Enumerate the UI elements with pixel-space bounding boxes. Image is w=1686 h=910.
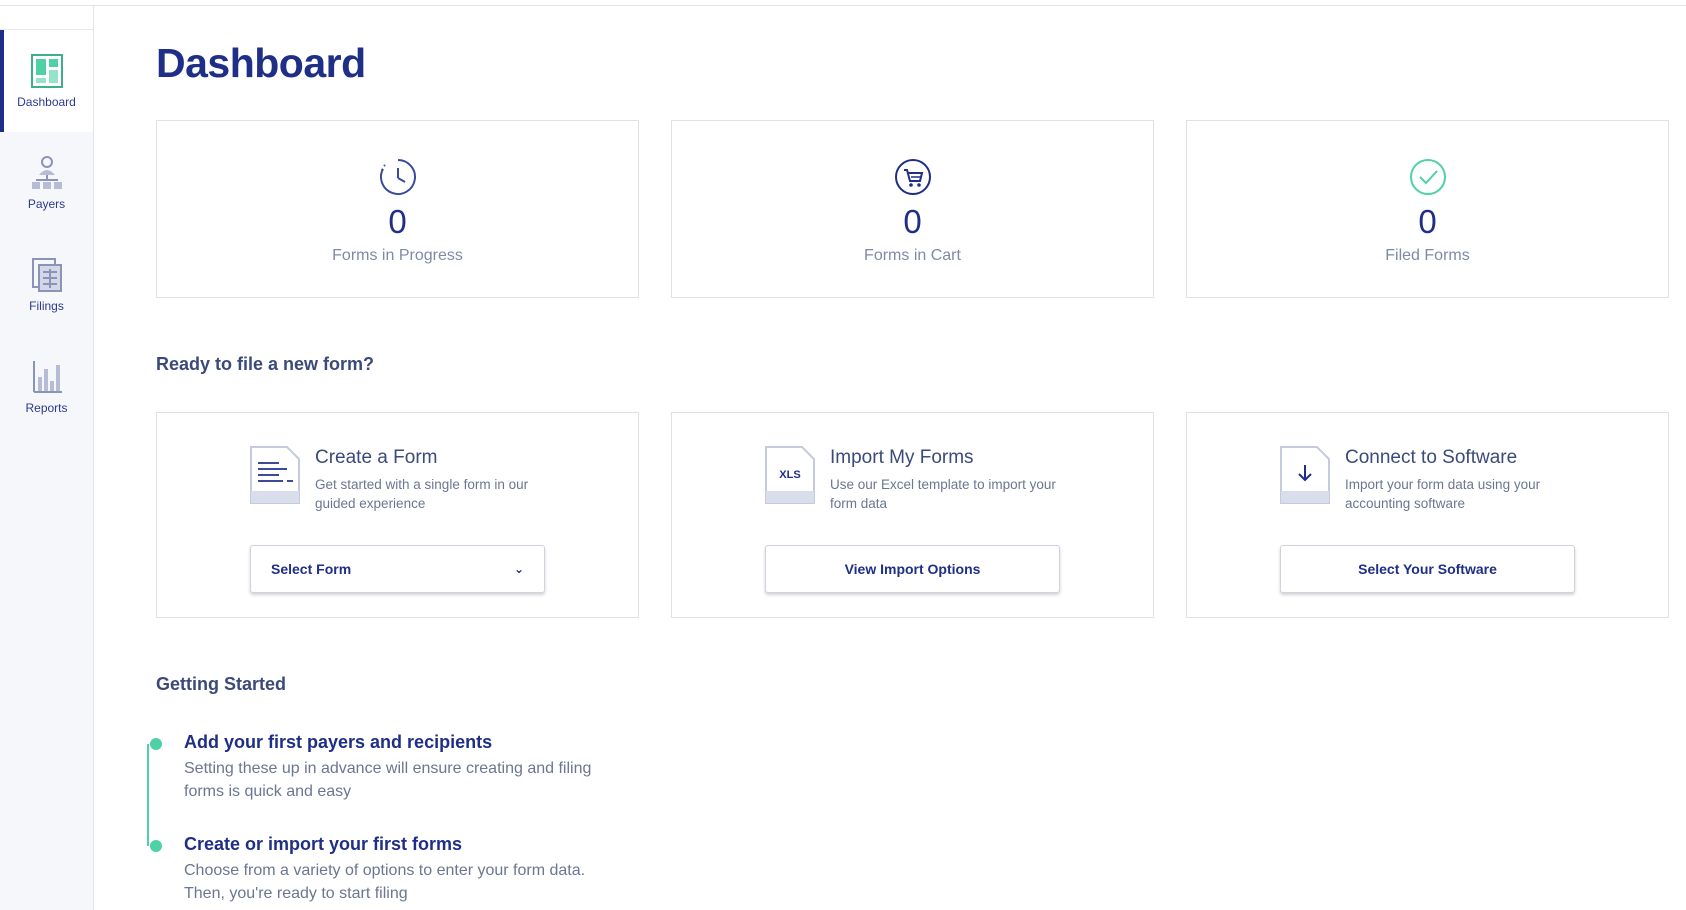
sidebar-item-label: Dashboard	[17, 95, 76, 109]
sidebar-item-reports[interactable]: Reports	[0, 336, 93, 438]
step-title: Add your first payers and recipients	[184, 732, 493, 752]
step-create-forms[interactable]: Create or import your first forms Choose…	[150, 834, 614, 905]
action-card-import-forms: XLS Import My Forms Use our Excel templa…	[671, 412, 1154, 618]
stat-label: Filed Forms	[1385, 247, 1470, 264]
dropdown-label: Select Form	[271, 561, 352, 577]
step-add-payers[interactable]: Add your first payers and recipients Set…	[150, 732, 614, 803]
sidebar: Dashboard Payers Filings Reports	[0, 6, 94, 910]
sidebar-top-spacer	[0, 6, 93, 30]
stat-value: 0	[1418, 203, 1437, 240]
stat-card-forms-in-cart[interactable]: 0 Forms in Cart	[671, 120, 1154, 298]
action-title: Import My Forms	[830, 447, 974, 468]
dashboard-icon	[30, 54, 63, 88]
page-title: Dashboard	[156, 40, 366, 86]
sidebar-item-label: Filings	[29, 299, 64, 313]
action-description: Use our Excel template to import your fo…	[830, 477, 1056, 511]
steps-timeline-line	[147, 744, 149, 846]
cart-icon	[894, 159, 931, 195]
stat-label: Forms in Progress	[332, 247, 463, 264]
payers-icon	[31, 156, 62, 189]
document-icon	[250, 446, 300, 504]
action-description: Import your form data using your account…	[1345, 477, 1541, 511]
action-title: Create a Form	[315, 447, 438, 468]
clock-icon	[379, 159, 416, 195]
new-form-heading: Ready to file a new form?	[156, 354, 375, 374]
step-dot	[150, 840, 162, 852]
getting-started-heading: Getting Started	[156, 674, 287, 694]
sidebar-item-label: Reports	[25, 401, 68, 415]
select-form-dropdown[interactable]: Select Form ⌄	[250, 545, 545, 593]
xls-icon-text: XLS	[779, 469, 800, 481]
stat-card-filed-forms[interactable]: 0 Filed Forms	[1186, 120, 1669, 298]
stat-label: Forms in Cart	[864, 247, 961, 264]
top-border	[0, 0, 1686, 6]
step-description: Choose from a variety of options to ente…	[184, 862, 586, 902]
sidebar-item-payers[interactable]: Payers	[0, 132, 93, 234]
stat-value: 0	[388, 203, 407, 240]
check-circle-icon	[1409, 159, 1446, 195]
stat-card-forms-in-progress[interactable]: 0 Forms in Progress	[156, 120, 639, 298]
action-card-create-form: Create a Form Get started with a single …	[156, 412, 639, 618]
view-import-options-button[interactable]: View Import Options	[765, 545, 1060, 593]
xls-file-icon: XLS	[765, 446, 815, 504]
reports-icon	[32, 361, 62, 393]
sidebar-item-dashboard[interactable]: Dashboard	[0, 30, 93, 132]
action-description: Get started with a single form in our gu…	[315, 477, 529, 511]
step-title: Create or import your first forms	[184, 834, 463, 854]
step-dot	[150, 738, 162, 750]
sidebar-item-filings[interactable]: Filings	[0, 234, 93, 336]
chevron-down-icon: ⌄	[513, 562, 524, 576]
filings-icon	[31, 258, 62, 292]
select-your-software-button[interactable]: Select Your Software	[1280, 545, 1575, 593]
action-title: Connect to Software	[1345, 447, 1518, 468]
action-card-connect-software: Connect to Software Import your form dat…	[1186, 412, 1669, 618]
step-description: Setting these up in advance will ensure …	[184, 760, 592, 800]
download-file-icon	[1280, 446, 1330, 504]
sidebar-item-label: Payers	[27, 197, 66, 211]
stat-value: 0	[903, 203, 922, 240]
